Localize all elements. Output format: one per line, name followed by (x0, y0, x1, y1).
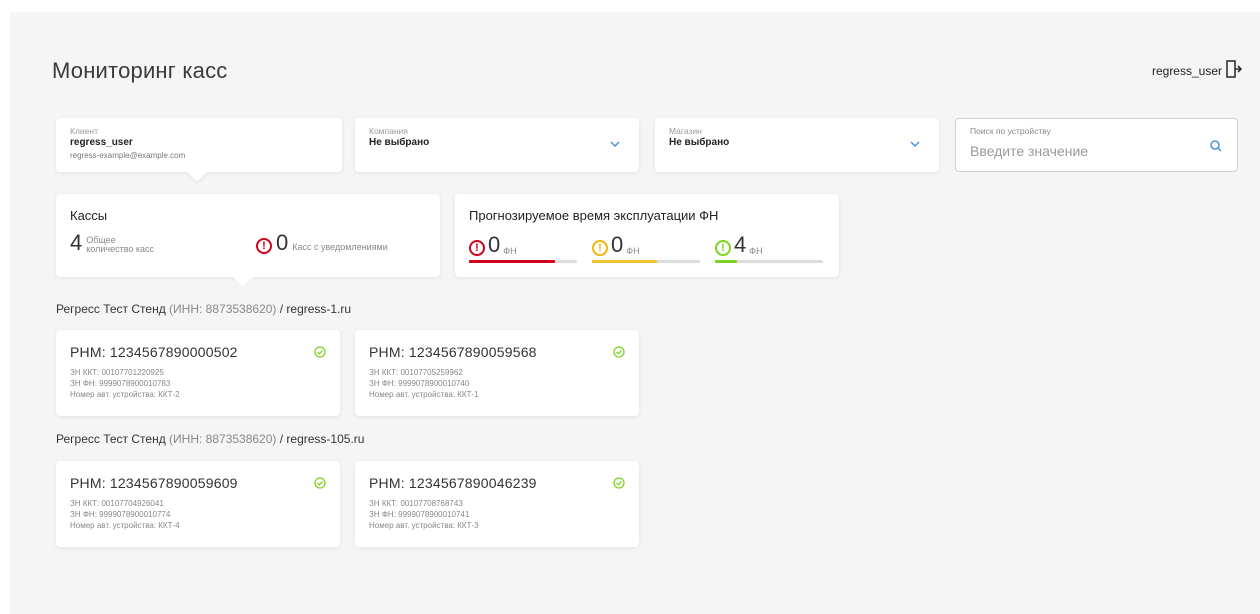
device-search[interactable]: Поиск по устройству Введите значение (955, 118, 1238, 172)
kassy-notifications-number: 0 (276, 230, 289, 255)
device-number: Номер авт. устройства: ККТ-4 (70, 521, 180, 530)
fn-yellow-bar (592, 260, 700, 263)
kassy-title: Кассы (70, 208, 108, 223)
kassa-card[interactable]: РНМ: 1234567890000502 ЗН ККТ: 0010770122… (56, 330, 340, 416)
kassy-summary-card[interactable]: Кассы 4 Общее количество касс ! 0 Касс с… (56, 194, 440, 287)
group-domain: / regress-1.ru (279, 302, 352, 316)
check-circle-icon (314, 346, 326, 358)
fn-red-value: 0 (488, 232, 501, 257)
group-name: Регресс Тест Стенд (56, 432, 166, 446)
kassy-notifications: ! 0 Касс с уведомлениями (256, 232, 388, 254)
kassy-total-label: Общее количество касс (86, 236, 154, 254)
device-number: Номер авт. устройства: ККТ-1 (369, 390, 479, 399)
company-label: Компания (369, 126, 408, 136)
zn-fn: ЗН ФН: 9999078900010740 (369, 379, 470, 388)
fn-green-unit: ФН (749, 246, 763, 256)
alert-icon: ! (469, 240, 485, 256)
check-circle-icon (613, 477, 625, 489)
client-value: regress_user (70, 137, 133, 148)
fn-green-bar (715, 260, 823, 263)
rnm: РНМ: 1234567890046239 (369, 475, 537, 491)
kassy-notifications-label: Касс с уведомлениями (292, 242, 388, 252)
chevron-down-icon[interactable] (609, 138, 621, 150)
rnm: РНМ: 1234567890059568 (369, 344, 537, 360)
company-value: Не выбрано (369, 137, 430, 148)
group-domain: / regress-105.ru (279, 432, 365, 446)
group-inn: (ИНН: 8873538620) (169, 432, 277, 446)
fn-title: Прогнозируемое время эксплуатации ФН (469, 208, 719, 223)
search-input[interactable]: Введите значение (970, 143, 1088, 159)
rnm: РНМ: 1234567890059609 (70, 475, 238, 491)
client-selector[interactable]: Клиент regress_user regress-example@exam… (56, 118, 342, 182)
kassy-total-label-line2: количество касс (86, 244, 155, 254)
device-number: Номер авт. устройства: ККТ-2 (70, 390, 180, 399)
kassa-card[interactable]: РНМ: 1234567890046239 ЗН ККТ: 0010770876… (355, 461, 639, 547)
shop-label: Магазин (669, 126, 702, 136)
ok-alert-icon: ! (715, 240, 731, 256)
client-email: regress-example@example.com (70, 151, 186, 160)
zn-kkt: ЗН ККТ: 00107701220925 (70, 368, 164, 377)
chevron-down-icon[interactable] (909, 138, 921, 150)
alert-icon: ! (256, 238, 272, 254)
kassy-pointer (233, 267, 253, 287)
shop-dropdown[interactable]: Магазин Не выбрано (655, 118, 939, 172)
check-circle-icon (314, 477, 326, 489)
client-label: Клиент (70, 126, 98, 136)
fn-forecast-card[interactable]: Прогнозируемое время эксплуатации ФН ! 0… (455, 194, 839, 277)
check-circle-icon (613, 346, 625, 358)
warning-icon: ! (592, 240, 608, 256)
search-icon[interactable] (1209, 139, 1223, 153)
fn-yellow-value: 0 (611, 232, 624, 257)
fn-red-unit: ФН (503, 246, 517, 256)
zn-fn: ЗН ФН: 9999078900010774 (70, 510, 171, 519)
zn-kkt: ЗН ККТ: 00107708768743 (369, 499, 463, 508)
username[interactable]: regress_user (1152, 64, 1222, 78)
zn-kkt: ЗН ККТ: 00107704926041 (70, 499, 164, 508)
shop-value: Не выбрано (669, 137, 730, 148)
kassa-card[interactable]: РНМ: 1234567890059568 ЗН ККТ: 0010770525… (355, 330, 639, 416)
fn-red-bar (469, 260, 577, 263)
page-title: Мониторинг касс (52, 58, 228, 83)
fn-group-red[interactable]: ! 0 ФН (469, 234, 577, 263)
kassa-card[interactable]: РНМ: 1234567890059609 ЗН ККТ: 0010770492… (56, 461, 340, 547)
group-inn: (ИНН: 8873538620) (169, 302, 277, 316)
rnm: РНМ: 1234567890000502 (70, 344, 238, 360)
fn-group-yellow[interactable]: ! 0 ФН (592, 234, 700, 263)
logout-icon[interactable] (1226, 60, 1242, 78)
kassy-total: 4 Общее количество касс (70, 232, 154, 254)
fn-yellow-unit: ФН (626, 246, 640, 256)
group-title: Регресс Тест Стенд (ИНН: 8873538620) / r… (56, 432, 364, 446)
kassy-total-number: 4 (70, 230, 83, 255)
fn-group-green[interactable]: ! 4 ФН (715, 234, 823, 263)
zn-kkt: ЗН ККТ: 00107705259962 (369, 368, 463, 377)
client-pointer (187, 162, 207, 182)
zn-fn: ЗН ФН: 9999078900010783 (70, 379, 171, 388)
company-dropdown[interactable]: Компания Не выбрано (355, 118, 639, 172)
fn-green-value: 4 (734, 232, 747, 257)
main-panel: Мониторинг касс regress_user Клиент regr… (10, 12, 1260, 614)
search-label: Поиск по устройству (970, 126, 1051, 136)
device-number: Номер авт. устройства: ККТ-3 (369, 521, 479, 530)
group-name: Регресс Тест Стенд (56, 302, 166, 316)
zn-fn: ЗН ФН: 9999078900010741 (369, 510, 470, 519)
group-title: Регресс Тест Стенд (ИНН: 8873538620) / r… (56, 302, 351, 316)
